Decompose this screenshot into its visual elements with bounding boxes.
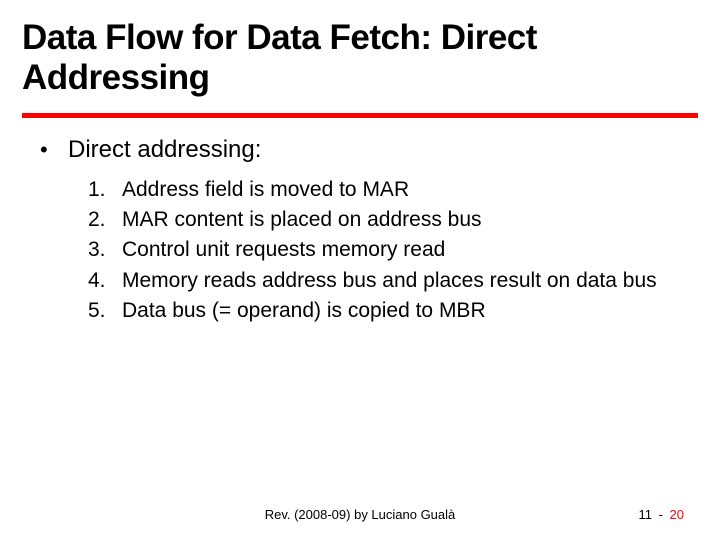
bullet-dot-icon: • bbox=[40, 137, 68, 163]
list-number: 1. bbox=[88, 176, 122, 204]
list-item: 1. Address field is moved to MAR bbox=[88, 176, 680, 204]
ordered-list: 1. Address field is moved to MAR 2. MAR … bbox=[88, 176, 680, 326]
page-indicator: 11 - 20 bbox=[638, 507, 684, 522]
list-text: MAR content is placed on address bus bbox=[122, 206, 482, 234]
page-number: 20 bbox=[670, 507, 684, 522]
list-item: 5. Data bus (= operand) is copied to MBR bbox=[88, 297, 680, 325]
list-number: 2. bbox=[88, 206, 122, 234]
slide-footer: Rev. (2008-09) by Luciano Gualà 11 - 20 bbox=[0, 507, 720, 522]
bullet-item: • Direct addressing: bbox=[40, 136, 680, 164]
list-text: Control unit requests memory read bbox=[122, 236, 445, 264]
list-number: 4. bbox=[88, 267, 122, 295]
page-separator: - bbox=[659, 507, 663, 522]
list-item: 3. Control unit requests memory read bbox=[88, 236, 680, 264]
list-text: Memory reads address bus and places resu… bbox=[122, 267, 657, 295]
list-number: 3. bbox=[88, 236, 122, 264]
list-item: 2. MAR content is placed on address bus bbox=[88, 206, 680, 234]
list-item: 4. Memory reads address bus and places r… bbox=[88, 267, 680, 295]
footer-credit: Rev. (2008-09) by Luciano Gualà bbox=[265, 507, 456, 522]
content-area: • Direct addressing: 1. Address field is… bbox=[0, 118, 720, 326]
chapter-number: 11 bbox=[638, 507, 652, 522]
bullet-text: Direct addressing: bbox=[68, 136, 261, 164]
slide-title: Data Flow for Data Fetch: Direct Address… bbox=[0, 0, 720, 109]
list-number: 5. bbox=[88, 297, 122, 325]
list-text: Data bus (= operand) is copied to MBR bbox=[122, 297, 486, 325]
list-text: Address field is moved to MAR bbox=[122, 176, 409, 204]
